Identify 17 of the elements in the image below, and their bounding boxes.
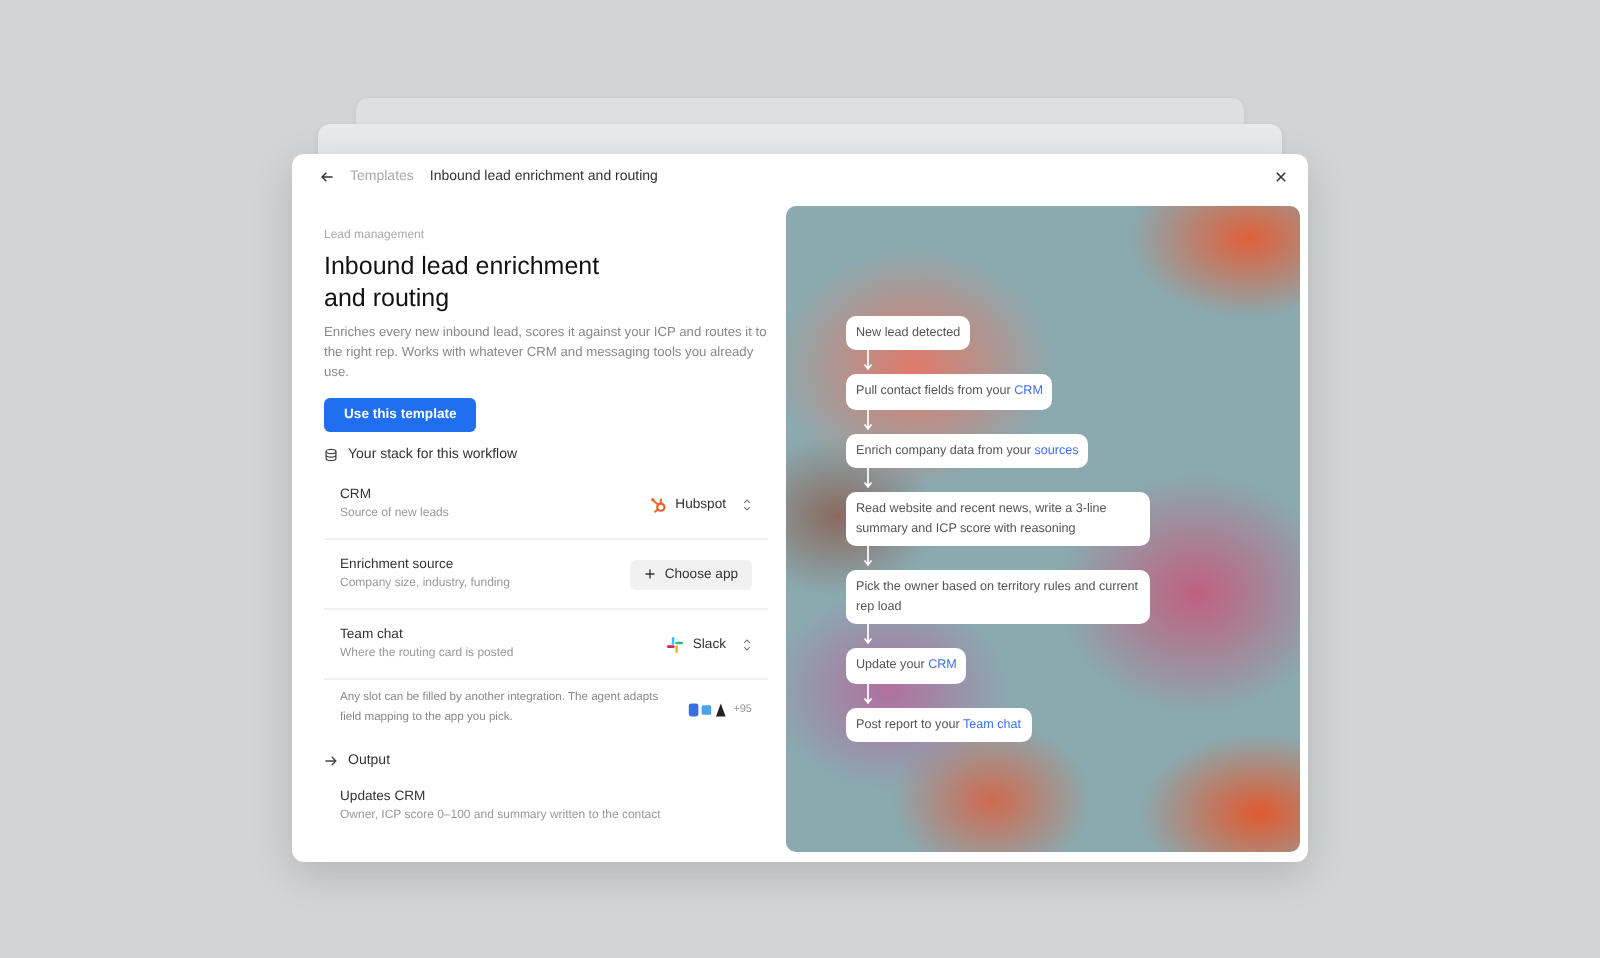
connector-arrow [862, 546, 874, 571]
close-icon[interactable] [1274, 169, 1288, 183]
right-arrow-icon [324, 754, 338, 768]
connector-arrow [862, 683, 874, 708]
hash-logo-icon [666, 635, 685, 653]
sprocket-icon [649, 495, 668, 513]
connector-arrow [862, 468, 874, 493]
connector-arrow [862, 624, 874, 649]
database-icon [324, 448, 338, 462]
integration-logos-icon [687, 701, 728, 717]
chevron-up-down-icon [742, 497, 752, 511]
chevron-up-down-icon [742, 637, 752, 651]
connector-arrow [862, 350, 874, 375]
connector-arrow [862, 409, 874, 434]
template-title: Inbound lead enrichment and routing [324, 250, 602, 314]
back-arrow-icon[interactable] [320, 169, 334, 183]
plus-icon [644, 568, 657, 580]
